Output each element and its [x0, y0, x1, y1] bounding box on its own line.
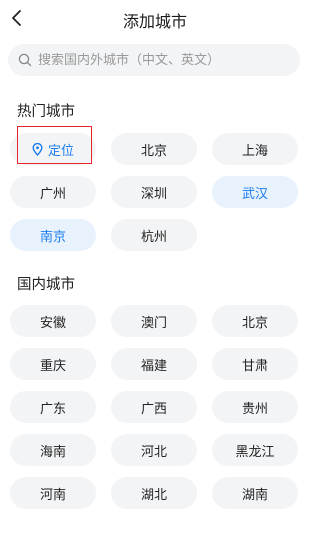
- city-chip[interactable]: 北京: [212, 305, 298, 337]
- city-chip[interactable]: 杭州: [111, 219, 197, 251]
- city-chip[interactable]: 湖南: [212, 477, 298, 509]
- city-chip[interactable]: 广东: [10, 391, 96, 423]
- location-pin-icon: [32, 142, 43, 156]
- city-chip[interactable]: 上海: [212, 133, 298, 165]
- city-chip[interactable]: 海南: [10, 434, 96, 466]
- city-chip[interactable]: 甘肃: [212, 348, 298, 380]
- city-chip[interactable]: 重庆: [10, 348, 96, 380]
- city-chip[interactable]: 安徽: [10, 305, 96, 337]
- domestic-cities-title: 国内城市: [17, 277, 75, 293]
- city-chip[interactable]: 河南: [10, 477, 96, 509]
- city-chip[interactable]: 广州: [10, 176, 96, 208]
- city-chip[interactable]: 湖北: [111, 477, 197, 509]
- city-chip[interactable]: 南京: [10, 219, 96, 251]
- city-chip[interactable]: 河北: [111, 434, 197, 466]
- page-title: 添加城市: [122, 12, 187, 31]
- city-chip[interactable]: 北京: [111, 133, 197, 165]
- search-input[interactable]: [38, 52, 288, 68]
- city-chip[interactable]: 武汉: [212, 176, 298, 208]
- city-chip[interactable]: 深圳: [111, 176, 197, 208]
- locate-label: 定位: [47, 143, 74, 159]
- city-chip[interactable]: 广西: [111, 391, 197, 423]
- header: 添加城市: [0, 0, 310, 38]
- domestic-cities-grid: 安徽 澳门 北京重庆 福建 甘肃广东 广西 贵州海南 河北 黑龙江河南 湖北 湖南: [10, 305, 298, 509]
- city-chip[interactable]: 贵州: [212, 391, 298, 423]
- city-chip[interactable]: 黑龙江: [212, 434, 298, 466]
- hot-cities-grid: 定位 北京 上海广州 深圳 武汉南京 杭州: [10, 126, 298, 251]
- city-chip[interactable]: 福建: [111, 348, 197, 380]
- city-chip[interactable]: 澳门: [111, 305, 197, 337]
- search-bar[interactable]: [8, 44, 300, 76]
- hot-cities-title: 热门城市: [17, 104, 75, 120]
- locate-button[interactable]: 定位: [10, 126, 96, 165]
- search-icon: [18, 53, 32, 67]
